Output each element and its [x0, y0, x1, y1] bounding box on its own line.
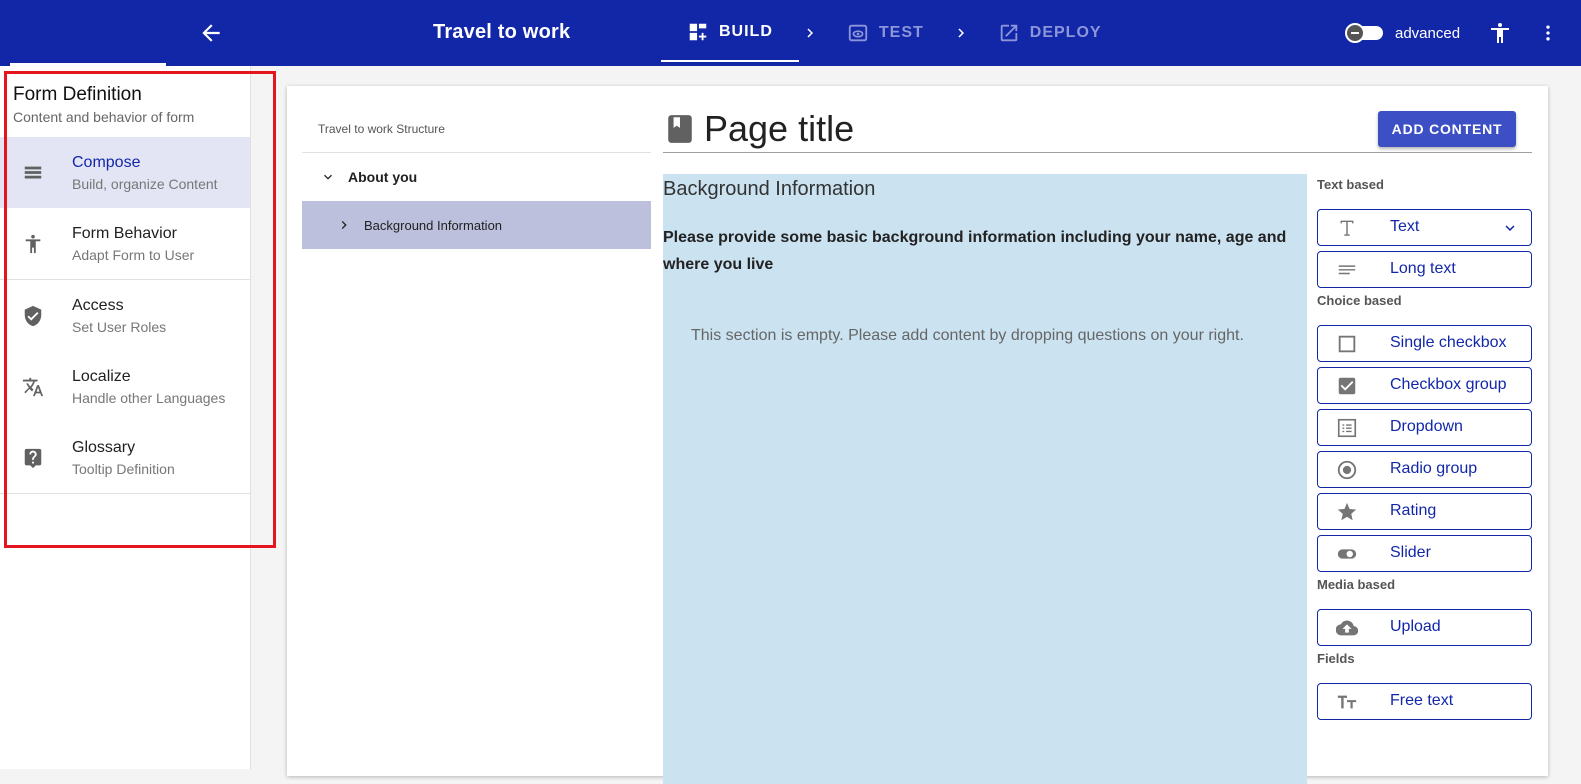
- sidebar-item-sublabel: Tooltip Definition: [72, 460, 175, 477]
- sidebar-item-label: Form Behavior: [72, 224, 177, 242]
- palette-group-label: Text based: [1317, 177, 1384, 192]
- palette-item-label: Upload: [1390, 618, 1441, 635]
- palette-text-button[interactable]: Text: [1317, 209, 1532, 246]
- chevron-right-icon: [807, 28, 813, 38]
- palette-item-label: Free text: [1390, 692, 1454, 709]
- checkbox-checked-icon: [1338, 377, 1356, 395]
- palette-slider-button[interactable]: Slider: [1317, 535, 1532, 572]
- sidebar-item-sublabel: Handle other Languages: [72, 389, 226, 406]
- step-build[interactable]: BUILD: [661, 4, 799, 62]
- sidebar-item-label: Localize: [72, 367, 131, 385]
- palette-long-text-button[interactable]: Long text: [1317, 251, 1532, 288]
- step-deploy-label: DEPLOY: [1029, 24, 1102, 41]
- palette-item-label: Dropdown: [1390, 418, 1463, 435]
- app-bar: Travel to work BUILD TEST DEPLOY advance…: [0, 0, 1581, 66]
- palette-item-label: Rating: [1390, 502, 1437, 519]
- step-test[interactable]: TEST: [821, 4, 950, 62]
- section-description: Please provide some basic background inf…: [663, 229, 1287, 273]
- palette-dropdown-button[interactable]: Dropdown: [1317, 409, 1532, 446]
- translate-icon: [22, 377, 44, 396]
- accessibility-icon: [25, 234, 41, 253]
- palette-single-checkbox-button[interactable]: Single checkbox: [1317, 325, 1532, 362]
- open-in-new-icon: [1000, 24, 1018, 42]
- tree-node-about-you[interactable]: About you: [302, 153, 651, 201]
- sidebar-item-label: Glossary: [72, 438, 136, 456]
- palette-group-label: Choice based: [1317, 293, 1402, 308]
- list-icon: [1337, 418, 1357, 438]
- palette-group-label: Media based: [1317, 577, 1396, 592]
- palette-item-label: Long text: [1390, 260, 1456, 277]
- palette-checkbox-group-button[interactable]: Checkbox group: [1317, 367, 1532, 404]
- step-test-label: TEST: [878, 24, 924, 41]
- sidebar-item-access[interactable]: Access Set User Roles: [0, 280, 250, 351]
- toggle-icon: [1337, 549, 1357, 559]
- chevron-down-icon: [324, 174, 332, 180]
- tree-header: Travel to work Structure: [302, 104, 651, 153]
- sidebar-item-sublabel: Set User Roles: [72, 318, 167, 335]
- palette-item-label: Single checkbox: [1390, 334, 1507, 351]
- chevron-down-icon[interactable]: [1501, 219, 1519, 237]
- sidebar-item-sublabel: Build, organize Content: [72, 175, 218, 192]
- sidebar-item-label: Compose: [72, 153, 141, 171]
- more-vert-icon[interactable]: [1538, 20, 1558, 46]
- form-title: Travel to work: [433, 21, 571, 43]
- long-text-icon: [1338, 265, 1356, 275]
- toggle-knob: [1345, 23, 1365, 43]
- editor-card: Travel to work Structure About you Backg…: [287, 86, 1548, 784]
- sidebar-item-label: Access: [72, 296, 124, 314]
- chevron-right-icon: [341, 221, 347, 229]
- section-title: Background Information: [663, 178, 876, 200]
- help-bubble-icon: [24, 448, 42, 468]
- tree-node-label: About you: [348, 169, 418, 185]
- sidebar-item-compose[interactable]: Compose Build, organize Content: [0, 137, 250, 208]
- radio-checked-icon: [1337, 460, 1357, 480]
- structure-tree: Travel to work Structure About you Backg…: [302, 104, 651, 249]
- empty-section-message: This section is empty. Please add conten…: [691, 327, 1244, 344]
- section-drop-zone[interactable]: Background Information Please provide so…: [663, 174, 1307, 784]
- page-title-row: Page title ADD CONTENT: [663, 108, 1532, 153]
- palette-item-label: Text: [1390, 218, 1420, 235]
- chevron-right-icon: [958, 28, 964, 38]
- compose-icon: [24, 166, 42, 178]
- step-build-label: BUILD: [719, 23, 773, 40]
- sidebar-item-form-behavior[interactable]: Form Behavior Adapt Form to User: [0, 208, 250, 279]
- palette-item-label: Radio group: [1390, 460, 1478, 477]
- sidebar-subtitle: Content and behavior of form: [13, 109, 195, 125]
- palette-item-label: Checkbox group: [1390, 376, 1507, 393]
- text-icon: [1340, 220, 1354, 236]
- book-icon: [668, 115, 692, 143]
- checkbox-empty-icon: [1338, 335, 1356, 353]
- text-fields-icon: [1337, 695, 1357, 709]
- tree-node-label: Background Information: [364, 217, 503, 233]
- stepper: BUILD TEST DEPLOY: [661, 0, 1128, 66]
- sidebar: Form Definition Content and behavior of …: [0, 66, 251, 769]
- sidebar-header: Form Definition Content and behavior of …: [0, 66, 250, 137]
- palette-radio-group-button[interactable]: Radio group: [1317, 451, 1532, 488]
- sidebar-item-glossary[interactable]: Glossary Tooltip Definition: [0, 422, 250, 493]
- sidebar-item-sublabel: Adapt Form to User: [72, 246, 195, 263]
- accessibility-icon[interactable]: [1488, 20, 1512, 46]
- back-arrow-icon[interactable]: [198, 20, 224, 46]
- cloud-upload-icon: [1336, 620, 1358, 636]
- sidebar-title: Form Definition: [13, 84, 142, 105]
- step-deploy[interactable]: DEPLOY: [972, 4, 1128, 62]
- palette-group-label: Fields: [1317, 651, 1355, 666]
- dashboard-add-icon: [689, 23, 707, 41]
- star-icon: [1337, 502, 1357, 521]
- palette-upload-button[interactable]: Upload: [1317, 609, 1532, 646]
- tree-node-background-information[interactable]: Background Information: [302, 201, 651, 249]
- sidebar-item-localize[interactable]: Localize Handle other Languages: [0, 351, 250, 422]
- advanced-toggle[interactable]: [1345, 23, 1383, 43]
- palette-rating-button[interactable]: Rating: [1317, 493, 1532, 530]
- palette-item-label: Slider: [1390, 544, 1431, 561]
- add-content-button[interactable]: ADD CONTENT: [1378, 111, 1516, 147]
- advanced-label: advanced: [1395, 25, 1461, 42]
- question-palette: Text based Text Long text Choice based S…: [1317, 174, 1532, 725]
- preview-icon: [848, 24, 868, 42]
- page-title: Page title: [704, 108, 855, 149]
- shield-check-icon: [24, 305, 42, 326]
- palette-free-text-button[interactable]: Free text: [1317, 683, 1532, 720]
- divider: [0, 493, 250, 494]
